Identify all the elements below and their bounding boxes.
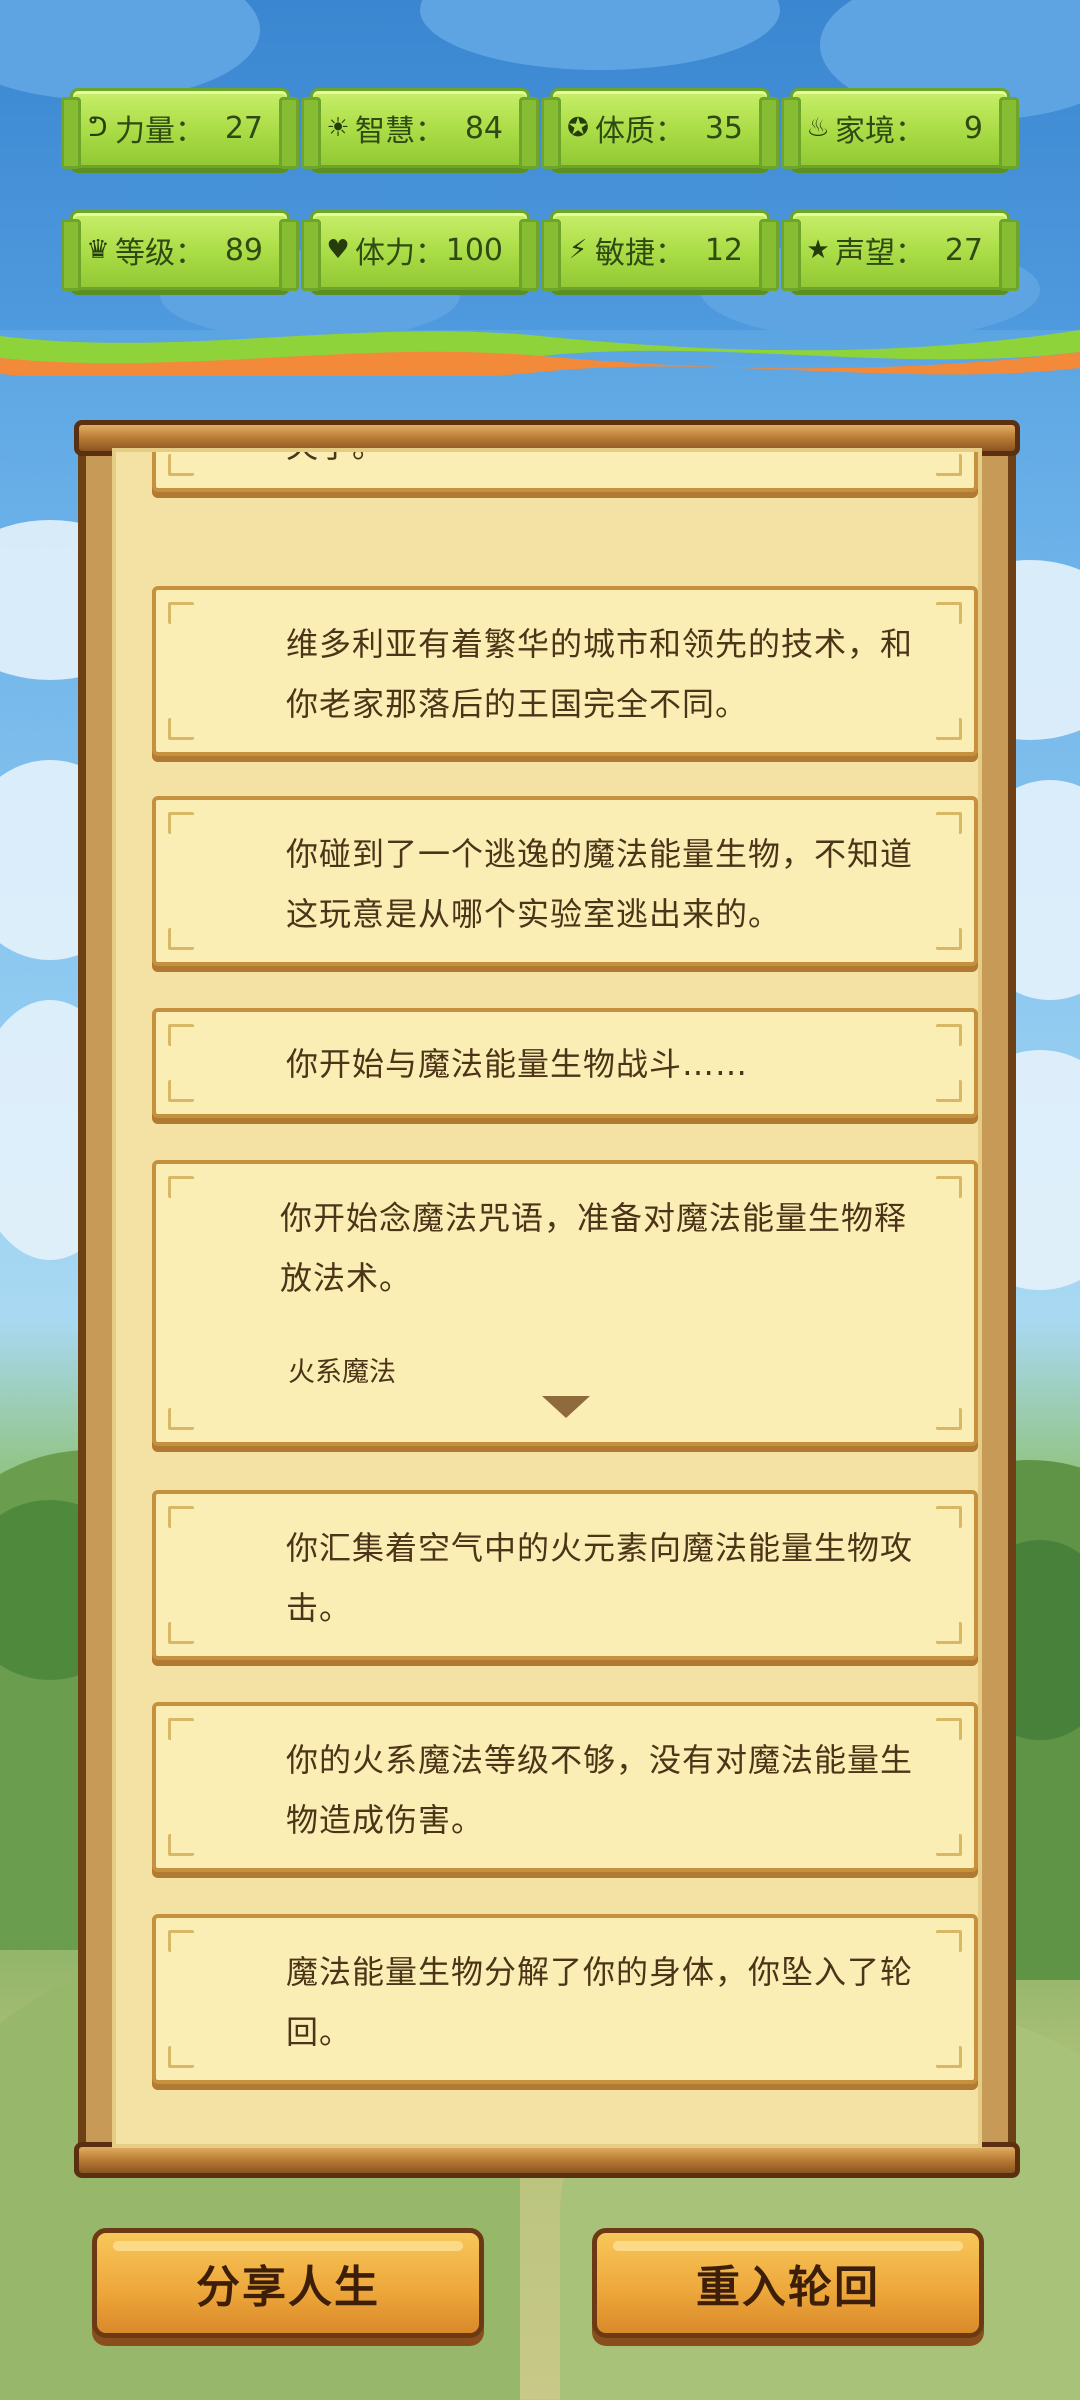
log-text: 你汇集着空气中的火元素向魔法能量生物攻击。 <box>286 1529 914 1627</box>
corner-ornament <box>168 1408 194 1430</box>
log-entry: 你汇集着空气中的火元素向魔法能量生物攻击。 <box>152 1490 978 1660</box>
log-text: 你碰到了一个逃逸的魔法能量生物，不知道这玩意是从哪个实验室逃出来的。 <box>286 835 914 933</box>
log-entry-partial: 失了。 <box>152 452 978 492</box>
log-entry: 维多利亚有着繁华的城市和领先的技术，和你老家那落后的王国完全不同。 <box>152 586 978 756</box>
stat-label: 敏捷： <box>595 236 685 271</box>
stat-value: 9 <box>963 110 983 146</box>
life-log[interactable]: 失了。 维多利亚有着繁华的城市和领先的技术，和你老家那落后的王国完全不同。 你碰… <box>112 448 982 2148</box>
log-text: 魔法能量生物分解了你的身体，你坠入了轮回。 <box>286 1953 914 2051</box>
corner-ornament <box>168 812 194 834</box>
stat-label: 力量： <box>115 114 205 149</box>
attributes-panel: ᕤ 力量： 27 ☀ 智慧： 84 ✪ 体质： 35 ♨ 家境： 9 ♛ 等级：… <box>0 0 1080 340</box>
log-text: 你开始与魔法能量生物战斗…… <box>286 1045 749 1083</box>
expand-caret-icon[interactable] <box>542 1396 590 1418</box>
stat-reputation: ★ 声望： 27 <box>781 210 1019 291</box>
lightning-icon: ⚡ <box>568 235 588 265</box>
stat-label: 等级： <box>115 236 205 271</box>
bulb-icon: ☀ <box>326 113 350 143</box>
log-text: 你的火系魔法等级不够，没有对魔法能量生物造成伤害。 <box>286 1741 914 1839</box>
corner-ornament <box>168 454 194 476</box>
log-text: 维多利亚有着繁华的城市和领先的技术，和你老家那落后的王国完全不同。 <box>286 625 914 723</box>
log-entry: 你碰到了一个逃逸的魔法能量生物，不知道这玩意是从哪个实验室逃出来的。 <box>152 796 978 966</box>
decorative-ribbon <box>0 330 1080 376</box>
skill-choice-label[interactable]: 火系魔法 <box>288 1350 396 1389</box>
muscle-icon: ᕤ <box>88 113 108 143</box>
stat-label: 家境： <box>835 114 925 149</box>
stat-constitution: ✪ 体质： 35 <box>541 88 779 169</box>
log-entry: 魔法能量生物分解了你的身体，你坠入了轮回。 <box>152 1914 978 2084</box>
corner-ornament <box>936 1176 962 1198</box>
corner-ornament <box>168 602 194 624</box>
corner-ornament <box>168 1930 194 1952</box>
stat-label: 体力： <box>355 236 445 271</box>
stat-label: 体质： <box>595 114 685 149</box>
stat-value: 84 <box>464 110 503 146</box>
stat-label: 智慧： <box>355 114 445 149</box>
corner-ornament <box>168 928 194 950</box>
corner-ornament <box>168 1622 194 1644</box>
stat-value: 35 <box>704 110 743 146</box>
corner-ornament <box>168 2046 194 2068</box>
star-icon: ★ <box>806 235 830 265</box>
family-icon: ♨ <box>806 113 830 143</box>
restart-cycle-button[interactable]: 重入轮回 <box>592 2228 984 2338</box>
stat-wisdom: ☀ 智慧： 84 <box>301 88 539 169</box>
stat-value: 27 <box>224 110 263 146</box>
stat-stamina: ♥ 体力： 100 <box>301 210 539 291</box>
corner-ornament <box>168 1506 194 1528</box>
corner-ornament <box>936 1408 962 1430</box>
log-entry-with-choice[interactable]: 你开始念魔法咒语，准备对魔法能量生物释放法术。 火系魔法 <box>152 1160 978 1446</box>
crown-icon: ♛ <box>86 235 110 265</box>
corner-ornament <box>168 1718 194 1740</box>
corner-ornament <box>168 1080 194 1102</box>
heart-icon: ♥ <box>326 235 350 265</box>
stat-strength: ᕤ 力量： 27 <box>61 88 299 169</box>
log-entry: 你开始与魔法能量生物战斗…… <box>152 1008 978 1118</box>
stat-grid: ᕤ 力量： 27 ☀ 智慧： 84 ✪ 体质： 35 ♨ 家境： 9 ♛ 等级：… <box>61 88 1019 291</box>
corner-ornament <box>168 1024 194 1046</box>
share-life-button[interactable]: 分享人生 <box>92 2228 484 2338</box>
stat-level: ♛ 等级： 89 <box>61 210 299 291</box>
stat-value: 27 <box>944 232 983 268</box>
corner-ornament <box>168 1834 194 1856</box>
corner-ornament <box>168 1176 194 1198</box>
log-text: 你开始念魔法咒语，准备对魔法能量生物释放法术。 <box>280 1199 908 1297</box>
stat-agility: ⚡ 敏捷： 12 <box>541 210 779 291</box>
stat-label: 声望： <box>835 236 925 271</box>
stat-value: 12 <box>704 232 743 268</box>
stat-value: 89 <box>224 232 263 268</box>
stat-value: 100 <box>445 232 503 268</box>
log-text: 失了。 <box>286 452 944 476</box>
constitution-icon: ✪ <box>567 113 589 143</box>
corner-ornament <box>168 718 194 740</box>
log-entry: 你的火系魔法等级不够，没有对魔法能量生物造成伤害。 <box>152 1702 978 1872</box>
stat-family: ♨ 家境： 9 <box>781 88 1019 169</box>
